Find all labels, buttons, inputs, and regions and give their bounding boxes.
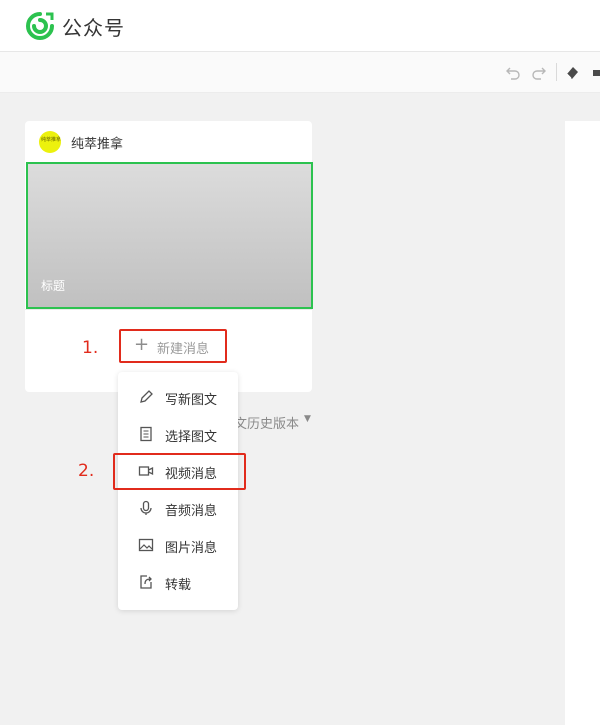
microphone-icon	[140, 500, 152, 515]
editor-toolbar	[0, 52, 600, 93]
caret-down-icon: ▼	[304, 414, 311, 424]
new-message-button[interactable]: + 新建消息	[119, 329, 227, 363]
cover-preview[interactable]: 标题	[26, 162, 313, 309]
menu-item-label: 图片消息	[165, 541, 218, 556]
redo-icon[interactable]	[531, 64, 547, 80]
toolbar-separator	[556, 63, 557, 81]
document-icon	[140, 426, 152, 442]
card-divider	[25, 309, 312, 310]
new-message-menu: 写新图文 选择图文 视频消息 音频消息 图片消息 转载	[118, 372, 238, 610]
menu-item-image-message[interactable]: 图片消息	[118, 527, 238, 564]
plus-icon: +	[134, 334, 150, 355]
share-icon	[140, 575, 152, 589]
menu-item-label: 音频消息	[165, 504, 218, 519]
history-version-link[interactable]: 文历史版本	[234, 413, 299, 432]
menu-item-audio-message[interactable]: 音频消息	[118, 490, 238, 527]
menu-item-label: 转载	[165, 578, 192, 593]
image-icon	[138, 538, 154, 552]
menu-item-write-article[interactable]: 写新图文	[118, 379, 238, 416]
menu-item-label: 写新图文	[165, 393, 218, 408]
menu-item-select-article[interactable]: 选择图文	[118, 416, 238, 453]
pencil-icon	[140, 390, 153, 403]
video-message-highlight	[113, 453, 246, 490]
account-name: 纯萃推拿	[71, 137, 124, 152]
cover-title: 标题	[41, 279, 66, 293]
editor-panel[interactable]	[565, 121, 600, 725]
step-1-label: 1.	[82, 338, 99, 358]
menu-item-repost[interactable]: 转载	[118, 564, 238, 601]
new-message-label: 新建消息	[157, 342, 210, 357]
wechat-mp-logo-icon[interactable]	[25, 11, 55, 41]
top-bar: 公众号	[0, 0, 600, 52]
undo-icon[interactable]	[505, 64, 521, 80]
eraser-icon[interactable]	[564, 64, 580, 80]
menu-item-label: 选择图文	[165, 430, 218, 445]
account-avatar: 纯萃推拿	[39, 131, 61, 153]
step-2-label: 2.	[78, 461, 95, 481]
app-title: 公众号	[62, 16, 125, 40]
article-card: 纯萃推拿 纯萃推拿 标题 + 新建消息	[25, 121, 313, 392]
more-icon[interactable]	[592, 64, 600, 80]
